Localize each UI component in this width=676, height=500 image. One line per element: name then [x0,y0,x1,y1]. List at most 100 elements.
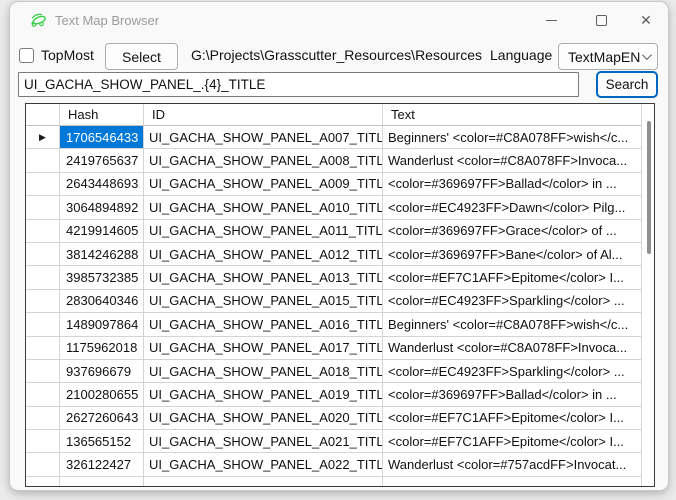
screen-background: Text Map Browser ✕ TopMost Select G:\Pro… [0,0,676,500]
hash-cell[interactable]: 3064894892 [60,196,144,219]
chevron-down-icon [642,50,652,60]
maximize-button[interactable] [586,7,616,33]
hash-cell[interactable]: 1175962018 [60,337,144,360]
table-row: 4219914605UI_GACHA_SHOW_PANEL_A011_TITLE… [26,220,641,243]
table-row: 2100280655UI_GACHA_SHOW_PANEL_A019_TITLE… [26,383,641,406]
id-cell[interactable]: UI_GACHA_SHOW_PANEL_A007_TITLE [144,126,383,149]
row-header-cell[interactable] [26,453,60,476]
table-row: 3814246288UI_GACHA_SHOW_PANEL_A012_TITLE… [26,243,641,266]
hash-cell[interactable]: 3814246288 [60,243,144,266]
row-header-cell[interactable] [26,220,60,243]
column-header-id[interactable]: ID [144,104,383,126]
row-header-cell[interactable] [26,360,60,383]
text-cell[interactable]: <color=#369697FF>Grace</color> of ... [383,220,641,243]
hash-cell[interactable]: 1706546433 [60,126,144,149]
text-cell[interactable]: Wanderlust <color=#C8A078FF>Invoca... [383,149,641,172]
hash-cell[interactable]: 937696679 [60,360,144,383]
language-dropdown[interactable]: TextMapEN [558,43,658,70]
hash-cell[interactable]: 2100280655 [60,383,144,406]
row-header-cell[interactable] [26,407,60,430]
text-cell[interactable] [383,477,641,486]
table-row: ▶1706546433UI_GACHA_SHOW_PANEL_A007_TITL… [26,126,641,149]
hash-cell[interactable]: 2419765637 [60,149,144,172]
text-cell[interactable]: <color=#369697FF>Bane</color> of Al... [383,243,641,266]
hash-cell[interactable]: 136565152 [60,430,144,453]
row-header-cell[interactable] [26,266,60,289]
row-header-cell[interactable] [26,243,60,266]
title-bar[interactable]: Text Map Browser ✕ [10,2,668,38]
language-selected-value: TextMapEN [568,49,642,65]
id-cell[interactable]: UI_GACHA_SHOW_PANEL_A022_TITLE [144,453,383,476]
table-row: 1175962018UI_GACHA_SHOW_PANEL_A017_TITLE… [26,337,641,360]
topmost-checkbox[interactable] [19,48,34,63]
table-row: 937696679UI_GACHA_SHOW_PANEL_A018_TITLE<… [26,360,641,383]
hash-cell[interactable]: 2643448693 [60,173,144,196]
id-cell[interactable]: UI_GACHA_SHOW_PANEL_A021_TITLE [144,430,383,453]
hash-cell[interactable]: 2627260643 [60,407,144,430]
id-cell[interactable]: UI_GACHA_SHOW_PANEL_A015_TITLE [144,290,383,313]
text-cell[interactable]: Wanderlust <color=#757acdFF>Invocat... [383,453,641,476]
id-cell[interactable]: UI_GACHA_SHOW_PANEL_A012_TITLE [144,243,383,266]
hash-cell[interactable] [60,477,144,486]
row-header-cell[interactable] [26,313,60,336]
text-cell[interactable]: <color=#EF7C1AFF>Epitome</color> I... [383,430,641,453]
text-cell[interactable]: <color=#EF7C1AFF>Epitome</color> I... [383,407,641,430]
minimize-icon [546,20,557,21]
text-cell[interactable]: <color=#369697FF>Ballad</color> in ... [383,383,641,406]
row-header-cell[interactable]: ▶ [26,126,60,149]
column-header-text[interactable]: Text [383,104,641,126]
id-cell[interactable] [144,477,383,486]
id-cell[interactable]: UI_GACHA_SHOW_PANEL_A013_TITLE [144,266,383,289]
id-cell[interactable]: UI_GACHA_SHOW_PANEL_A010_TITLE [144,196,383,219]
hash-cell[interactable]: 1489097864 [60,313,144,336]
id-cell[interactable]: UI_GACHA_SHOW_PANEL_A008_TITLE [144,149,383,172]
text-cell[interactable]: <color=#369697FF>Ballad</color> in ... [383,173,641,196]
row-header-cell[interactable] [26,196,60,219]
search-button[interactable]: Search [596,71,658,98]
table-row: 3064894892UI_GACHA_SHOW_PANEL_A010_TITLE… [26,196,641,219]
id-cell[interactable]: UI_GACHA_SHOW_PANEL_A019_TITLE [144,383,383,406]
scrollbar-thumb[interactable] [647,121,651,254]
resources-path: G:\Projects\Grasscutter_Resources\Resour… [191,47,482,63]
hash-cell[interactable]: 3985732385 [60,266,144,289]
search-button-label: Search [606,77,649,92]
close-button[interactable]: ✕ [631,7,661,33]
row-header-cell[interactable] [26,383,60,406]
table-row: 2419765637UI_GACHA_SHOW_PANEL_A008_TITLE… [26,149,641,172]
vertical-scrollbar[interactable] [641,104,654,486]
row-header-cell[interactable] [26,149,60,172]
minimize-button[interactable] [536,7,566,33]
id-cell[interactable]: UI_GACHA_SHOW_PANEL_A016_TITLE [144,313,383,336]
text-cell[interactable]: <color=#EC4923FF>Dawn</color> Pilg... [383,196,641,219]
table-row: 2830640346UI_GACHA_SHOW_PANEL_A015_TITLE… [26,290,641,313]
text-cell[interactable]: <color=#EC4923FF>Sparkling</color> ... [383,290,641,313]
id-cell[interactable]: UI_GACHA_SHOW_PANEL_A018_TITLE [144,360,383,383]
hash-cell[interactable]: 2830640346 [60,290,144,313]
row-header-cell[interactable] [26,337,60,360]
id-cell[interactable]: UI_GACHA_SHOW_PANEL_A020_TITLE [144,407,383,430]
text-cell[interactable]: <color=#EF7C1AFF>Epitome</color> I... [383,266,641,289]
grasshopper-app-icon [29,11,49,29]
maximize-icon [596,15,607,26]
row-header-cell[interactable] [26,173,60,196]
id-cell[interactable]: UI_GACHA_SHOW_PANEL_A009_TITLE [144,173,383,196]
search-input[interactable] [18,72,579,97]
text-cell[interactable]: <color=#EC4923FF>Sparkling</color> ... [383,360,641,383]
row-header-cell[interactable] [26,430,60,453]
table-row: 1489097864UI_GACHA_SHOW_PANEL_A016_TITLE… [26,313,641,336]
id-cell[interactable]: UI_GACHA_SHOW_PANEL_A017_TITLE [144,337,383,360]
id-cell[interactable]: UI_GACHA_SHOW_PANEL_A011_TITLE [144,220,383,243]
text-cell[interactable]: Wanderlust <color=#C8A078FF>Invoca... [383,337,641,360]
text-cell[interactable]: Beginners' <color=#C8A078FF>wish</c... [383,313,641,336]
hash-cell[interactable]: 4219914605 [60,220,144,243]
topmost-label: TopMost [41,47,94,63]
row-header-cell[interactable] [26,290,60,313]
language-label: Language [490,47,552,63]
text-map-browser-window: Text Map Browser ✕ TopMost Select G:\Pro… [10,2,668,490]
column-header-hash[interactable]: Hash [60,104,144,126]
hash-cell[interactable]: 326122427 [60,453,144,476]
text-cell[interactable]: Beginners' <color=#C8A078FF>wish</c... [383,126,641,149]
select-button[interactable]: Select [105,43,178,70]
row-header-cell[interactable] [26,477,60,486]
close-icon: ✕ [640,13,652,27]
